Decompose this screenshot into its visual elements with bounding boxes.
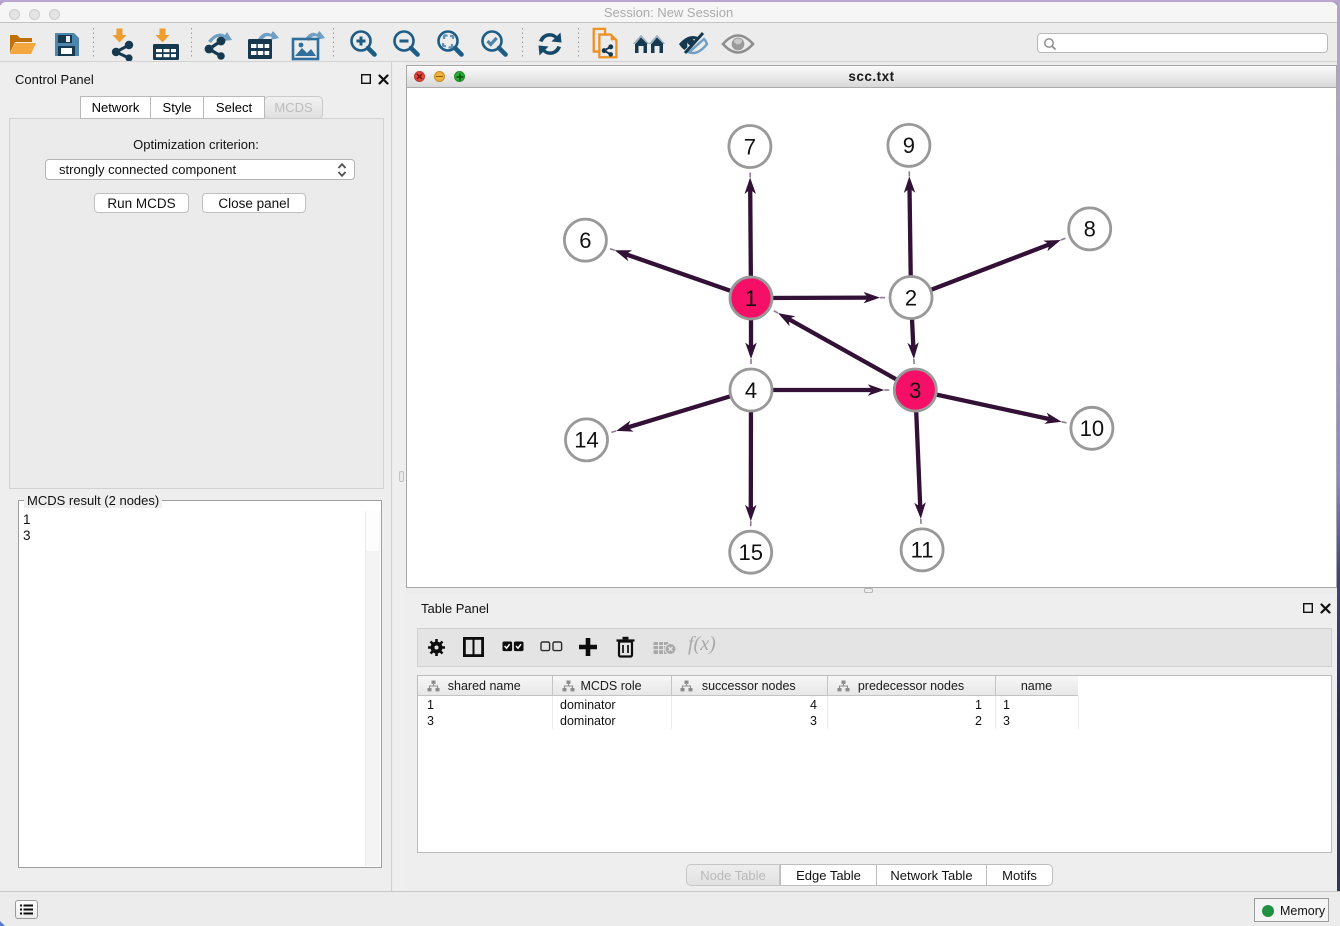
svg-text:8: 8	[1084, 216, 1096, 241]
svg-text:15: 15	[738, 540, 762, 565]
svg-text:4: 4	[745, 377, 757, 402]
svg-text:11: 11	[911, 537, 934, 562]
svg-text:7: 7	[744, 134, 756, 159]
svg-text:3: 3	[909, 377, 921, 402]
svg-text:6: 6	[579, 227, 591, 252]
svg-text:2: 2	[905, 285, 917, 310]
svg-text:9: 9	[903, 133, 915, 158]
svg-text:1: 1	[745, 285, 757, 310]
svg-text:14: 14	[574, 427, 598, 452]
svg-text:10: 10	[1080, 416, 1104, 441]
